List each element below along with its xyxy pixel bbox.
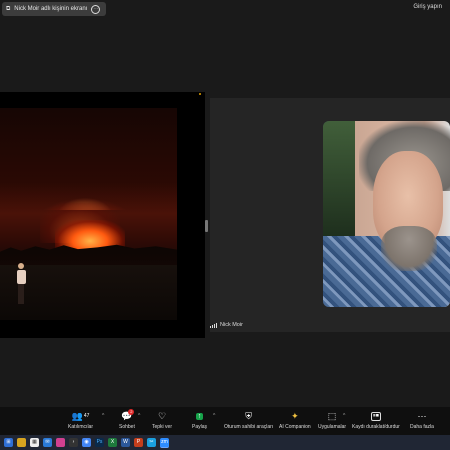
- host-tools-button[interactable]: ⛨ Oturum sahibi araçları: [224, 410, 274, 431]
- ai-companion-button[interactable]: ✦ AI Companion: [279, 410, 311, 431]
- beard: [381, 226, 437, 271]
- more-button[interactable]: ⋯ Daha fazla: [410, 410, 434, 431]
- chrome-icon[interactable]: ◉: [82, 438, 91, 447]
- apps-button[interactable]: ⬚ Uygulamalar: [318, 410, 347, 431]
- excel-icon[interactable]: X: [108, 438, 117, 447]
- host-tools-label: Oturum sahibi araçları: [224, 424, 274, 430]
- sparkle-icon: ✦: [291, 410, 299, 421]
- ground: [0, 265, 177, 320]
- media-icon[interactable]: [56, 438, 65, 447]
- meeting-toolbar: 👥 47 Katılımcılar ^ 💬 2 Sohbet ^ ♡ Tepki v…: [0, 407, 450, 435]
- participants-label: Katılımcılar: [68, 424, 94, 430]
- participant-video-panel: [210, 98, 450, 332]
- more-label: Daha fazla: [410, 424, 434, 430]
- split-view-drag-handle[interactable]: [205, 220, 208, 232]
- participant-video[interactable]: [323, 121, 450, 307]
- screen-share-indicator[interactable]: ⧉ Nick Moir adlı kişinin ekranı ⋯: [2, 2, 107, 16]
- participant-name: Nick Moir: [220, 322, 243, 328]
- signal-strength-icon: [210, 322, 217, 328]
- shield-icon: ⛨: [245, 410, 252, 421]
- participants-icon: 👥: [71, 410, 83, 421]
- ai-companion-label: AI Companion: [279, 424, 311, 430]
- status-dot: [199, 93, 201, 95]
- car-window: [323, 121, 355, 236]
- share-caret-icon[interactable]: ^: [213, 413, 215, 419]
- screen-share-icon: ⧉: [6, 5, 11, 12]
- screen-share-label: Nick Moir adlı kişinin ekranı: [14, 6, 88, 12]
- terminal-icon[interactable]: ›: [69, 438, 78, 447]
- powerpoint-icon[interactable]: P: [134, 438, 143, 447]
- more-icon: ⋯: [417, 410, 427, 421]
- mail-icon[interactable]: ✉: [43, 438, 52, 447]
- person-figure: [16, 263, 26, 308]
- photoshop-icon[interactable]: Ps: [95, 438, 104, 447]
- react-label: Tepki ver: [152, 424, 173, 430]
- file-explorer-icon[interactable]: [17, 438, 26, 447]
- apps-label: Uygulamalar: [318, 424, 347, 430]
- os-taskbar: ⊞ ▦ ✉ › ◉ Ps X W P ✂ zm: [0, 435, 450, 450]
- shared-screen: [0, 92, 205, 338]
- share-label: Paylaş: [192, 424, 208, 430]
- word-icon[interactable]: W: [121, 438, 130, 447]
- calendar-icon[interactable]: ▦: [30, 438, 39, 447]
- record-label: Kaydı duraklat/durdur: [352, 424, 400, 430]
- participants-caret-icon[interactable]: ^: [102, 413, 104, 419]
- participants-button[interactable]: 👥 47 Katılımcılar: [68, 410, 94, 431]
- share-button[interactable]: ↑ Paylaş: [192, 410, 207, 430]
- apps-icon: ⬚: [327, 410, 337, 421]
- chat-caret-icon[interactable]: ^: [138, 413, 140, 419]
- sign-in-link[interactable]: Giriş yapın: [413, 4, 442, 10]
- pause-record-icon: ⏸⏹: [370, 411, 381, 421]
- shared-photo-wildfire: [0, 108, 177, 320]
- apps-caret-icon[interactable]: ^: [343, 413, 345, 419]
- participant-name-tag: Nick Moir: [210, 322, 243, 328]
- chat-button[interactable]: 💬 2 Sohbet: [119, 409, 135, 430]
- heart-icon: ♡: [157, 410, 167, 421]
- chat-badge: 2: [128, 409, 135, 415]
- participants-count: 47: [83, 413, 90, 419]
- share-arrow-icon: ↑: [195, 412, 204, 420]
- chat-label: Sohbet: [119, 424, 135, 430]
- record-button[interactable]: ⏸⏹ Kaydı duraklat/durdur: [352, 410, 400, 430]
- zoom-icon[interactable]: zm: [160, 437, 169, 448]
- more-options-icon[interactable]: ⋯: [91, 4, 101, 14]
- snipping-tool-icon[interactable]: ✂: [147, 438, 156, 447]
- react-button[interactable]: ♡ Tepki ver: [152, 410, 173, 431]
- windows-start-icon[interactable]: ⊞: [4, 438, 13, 447]
